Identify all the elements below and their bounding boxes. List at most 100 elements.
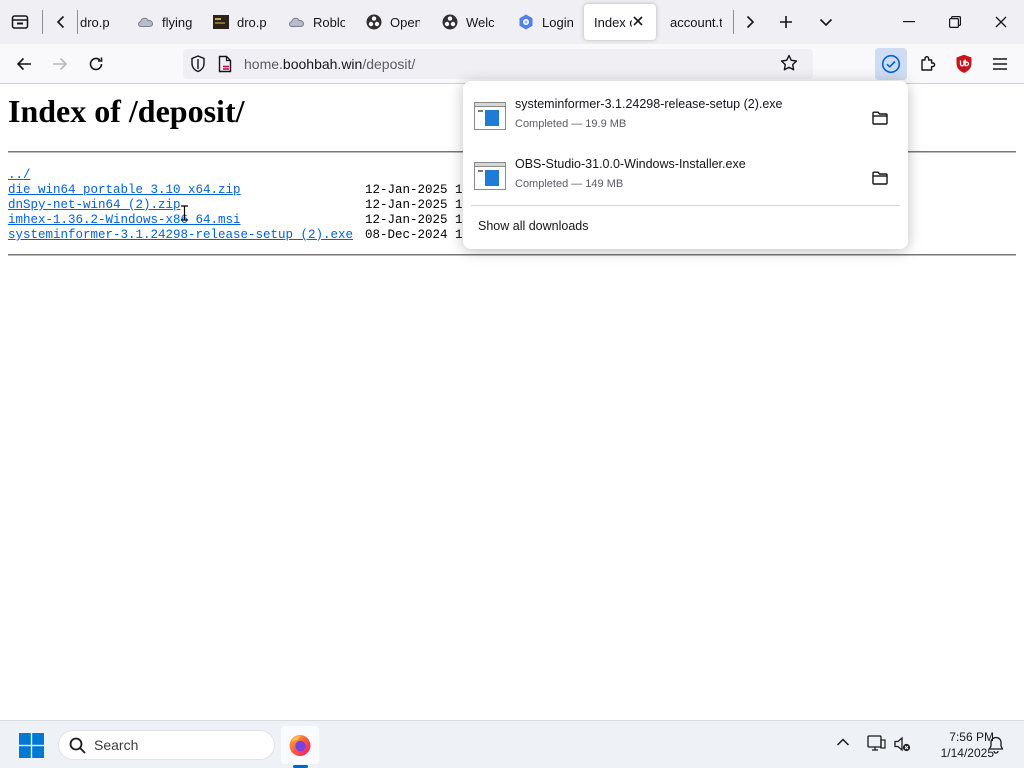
show-hidden-icons-button[interactable] xyxy=(836,737,850,747)
tab-5[interactable]: Welc xyxy=(442,4,494,40)
notifications-button[interactable] xyxy=(988,736,1004,754)
parent-directory-link[interactable]: ../ xyxy=(8,168,31,182)
cloud-icon xyxy=(289,14,305,30)
scroll-tabs-right-button[interactable] xyxy=(737,0,763,44)
show-in-folder-button[interactable] xyxy=(863,164,897,192)
tab-0[interactable]: dro.p xyxy=(80,4,130,40)
site-information-button[interactable] xyxy=(217,55,233,73)
download-filename: systeminformer-3.1.24298-release-setup (… xyxy=(515,97,783,111)
show-all-downloads-link[interactable]: Show all downloads xyxy=(478,219,589,233)
obs-icon xyxy=(442,14,458,30)
taskbar: Search 7:56 PM 1/14/2025 xyxy=(0,720,1024,768)
speaker-muted-icon xyxy=(894,736,911,752)
firefox-view-icon xyxy=(11,15,29,29)
show-in-folder-button[interactable] xyxy=(863,104,897,132)
file-date: 12-Jan-2025 14 xyxy=(365,183,471,197)
taskbar-search-box[interactable]: Search xyxy=(58,730,275,760)
tab-separator xyxy=(42,10,43,34)
ublock-origin-button[interactable] xyxy=(948,48,980,80)
file-date: 08-Dec-2024 12 xyxy=(365,228,471,242)
minimize-window-button[interactable] xyxy=(887,0,931,44)
close-icon xyxy=(995,16,1007,28)
search-icon xyxy=(69,737,86,754)
tab-1[interactable]: flying xyxy=(138,4,198,40)
tab-title: Login xyxy=(542,14,574,30)
extensions-button[interactable] xyxy=(912,48,944,80)
firefox-view-button[interactable] xyxy=(4,0,36,44)
tracking-protection-button[interactable] xyxy=(190,55,206,73)
clock-time: 7:56 PM xyxy=(949,730,994,744)
installer-file-icon xyxy=(474,162,506,190)
start-button[interactable] xyxy=(19,733,44,758)
panel-divider xyxy=(471,205,900,206)
tab-3[interactable]: Roblo xyxy=(289,4,345,40)
tab-title: Welc xyxy=(466,14,494,30)
listing-row: die_win64_portable_3.10_x64.zip 12-Jan-2… xyxy=(8,183,470,198)
horizontal-rule xyxy=(8,254,1016,256)
file-link[interactable]: dnSpy-net-win64 (2).zip xyxy=(8,198,181,212)
tab-2[interactable]: dro.p xyxy=(213,4,271,40)
download-filename: OBS-Studio-31.0.0-Windows-Installer.exe xyxy=(515,157,746,171)
file-link[interactable]: imhex-1.36.2-Windows-x86_64.msi xyxy=(8,213,241,227)
firefox-taskbar-button[interactable] xyxy=(281,726,319,764)
url-host: boohbah.win xyxy=(282,56,363,72)
shield-icon xyxy=(191,55,205,73)
tab-separator xyxy=(733,10,734,34)
tab-title: Roblo xyxy=(313,14,345,30)
tab-6[interactable]: Login xyxy=(518,4,574,40)
text-cursor-icon xyxy=(181,205,188,221)
search-placeholder: Search xyxy=(94,737,139,753)
scroll-tabs-left-button[interactable] xyxy=(48,0,74,44)
ublock-shield-icon xyxy=(956,54,972,73)
downloads-button[interactable] xyxy=(875,48,907,80)
file-link[interactable]: systeminformer-3.1.24298-release-setup (… xyxy=(8,228,353,242)
installer-file-icon xyxy=(474,102,506,130)
cloud-icon xyxy=(138,14,154,30)
page-title: Index of /deposit/ xyxy=(8,93,245,129)
back-button[interactable] xyxy=(8,48,40,80)
page-lock-icon xyxy=(218,55,232,73)
forward-button[interactable] xyxy=(44,48,76,80)
tab-4[interactable]: Open xyxy=(366,4,420,40)
windows-logo-icon xyxy=(19,733,44,758)
network-status-button[interactable] xyxy=(866,735,886,753)
minimize-icon xyxy=(903,21,915,23)
chevron-up-icon xyxy=(836,738,850,746)
obs-icon xyxy=(366,14,382,30)
system-clock[interactable]: 7:56 PM 1/14/2025 xyxy=(914,729,994,761)
close-window-button[interactable] xyxy=(979,0,1023,44)
tab-title: flying xyxy=(162,14,193,30)
bookmark-page-button[interactable] xyxy=(780,54,798,72)
download-item[interactable]: systeminformer-3.1.24298-release-setup (… xyxy=(463,88,908,144)
plus-icon xyxy=(780,16,792,28)
new-tab-button[interactable] xyxy=(770,0,802,44)
application-menu-button[interactable] xyxy=(984,48,1016,80)
puzzle-piece-icon xyxy=(921,56,936,71)
restore-icon xyxy=(949,16,961,28)
list-all-tabs-button[interactable] xyxy=(810,0,842,44)
volume-button[interactable] xyxy=(893,735,911,753)
tab-separator xyxy=(77,10,78,34)
url-path: /deposit/ xyxy=(362,56,416,72)
tab-7-active[interactable]: Index o xyxy=(584,4,656,40)
download-item[interactable]: OBS-Studio-31.0.0-Windows-Installer.exe … xyxy=(463,148,908,204)
file-link[interactable]: die_win64_portable_3.10_x64.zip xyxy=(8,183,241,197)
folder-icon xyxy=(872,111,888,125)
folder-icon xyxy=(872,171,888,185)
address-bar[interactable]: home.boohbah.win/deposit/ xyxy=(183,49,813,79)
chevron-down-icon xyxy=(819,18,833,27)
hamburger-menu-icon xyxy=(993,58,1007,70)
arrow-left-icon xyxy=(16,57,31,71)
url-text[interactable]: home.boohbah.win/deposit/ xyxy=(244,49,415,79)
tab-8[interactable]: account.t xyxy=(670,4,722,40)
reload-button[interactable] xyxy=(80,48,112,80)
restore-window-button[interactable] xyxy=(933,0,977,44)
tab-title: Open xyxy=(390,14,420,30)
display-network-icon xyxy=(867,735,886,751)
file-date: 12-Jan-2025 14 xyxy=(365,213,471,227)
tab-strip: dro.p flying dro.p Roblo Open Welc Login… xyxy=(0,0,1024,44)
arrow-right-icon xyxy=(53,57,68,71)
close-tab-button[interactable] xyxy=(632,15,644,27)
tab-title: dro.p xyxy=(237,14,267,30)
login-icon xyxy=(518,14,534,30)
